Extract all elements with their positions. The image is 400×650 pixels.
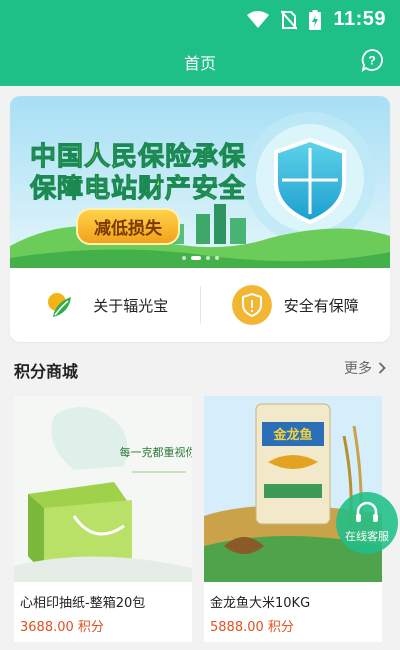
banner-headline-2: 保障电站财产安全 xyxy=(29,174,247,205)
product-image: 金龙鱼 xyxy=(204,396,382,582)
product-price: 3688.00 积分 xyxy=(20,616,104,635)
clock: 11:59 xyxy=(333,8,386,30)
carousel-dot[interactable] xyxy=(214,256,219,260)
carousel-dot[interactable] xyxy=(181,256,186,260)
feature-row: 关于辐光宝 安全有保障 xyxy=(10,268,390,342)
product-name: 金龙鱼大米10KG xyxy=(210,596,311,611)
carousel-indicator xyxy=(10,256,390,260)
product-price: 5888.00 积分 xyxy=(210,616,294,635)
online-service-label: 在线客服 xyxy=(345,530,389,543)
feature-about-label: 关于辐光宝 xyxy=(93,296,169,315)
status-bar: 11:59 xyxy=(0,0,400,36)
product-price-unit: 积分 xyxy=(77,620,104,635)
points-mall-header: 积分商城 更多 xyxy=(0,352,400,384)
battery-charging-icon xyxy=(309,9,322,30)
product-name: 心相印抽纸-整箱20包 xyxy=(20,596,146,611)
product-image: 每一克都重视你 xyxy=(14,396,192,582)
svg-text:每一克都重视你: 每一克都重视你 xyxy=(120,445,193,459)
chevron-right-icon xyxy=(378,362,386,374)
top-nav-bar: 首页 ? xyxy=(0,36,400,86)
page-title: 首页 xyxy=(183,54,216,73)
promo-banner[interactable]: 中国人民保险承保 保障电站财产安全 减低损失 xyxy=(10,96,390,268)
product-price-unit: 积分 xyxy=(267,620,294,635)
brand-logo-icon xyxy=(41,285,82,325)
feature-security-label: 安全有保障 xyxy=(283,296,359,315)
online-service-button[interactable]: 在线客服 xyxy=(336,492,398,554)
product-price-value: 3688.00 xyxy=(20,620,74,635)
product-price-value: 5888.00 xyxy=(210,620,264,635)
carousel-dot-active[interactable] xyxy=(190,256,201,260)
svg-text:?: ? xyxy=(368,54,375,68)
svg-text:金龙鱼: 金龙鱼 xyxy=(272,427,312,443)
wifi-icon xyxy=(247,10,270,28)
more-label: 更多 xyxy=(344,361,372,377)
section-title: 积分商城 xyxy=(14,362,79,381)
more-link[interactable]: 更多 xyxy=(344,358,386,378)
shield-icon xyxy=(231,285,272,325)
banner-tag: 减低损失 xyxy=(76,208,180,245)
product-card[interactable]: 每一克都重视你 心相印抽纸-整箱20包 3688.00 积分 xyxy=(14,396,192,642)
question-bubble-icon[interactable]: ? xyxy=(360,48,384,72)
no-sim-icon xyxy=(281,9,298,30)
headset-icon xyxy=(356,501,378,522)
feature-about[interactable]: 关于辐光宝 xyxy=(10,268,200,342)
home-top-card: 中国人民保险承保 保障电站财产安全 减低损失 关于辐光宝 安全有保障 xyxy=(10,96,390,342)
carousel-dot[interactable] xyxy=(205,256,210,260)
feature-security[interactable]: 安全有保障 xyxy=(201,268,391,342)
